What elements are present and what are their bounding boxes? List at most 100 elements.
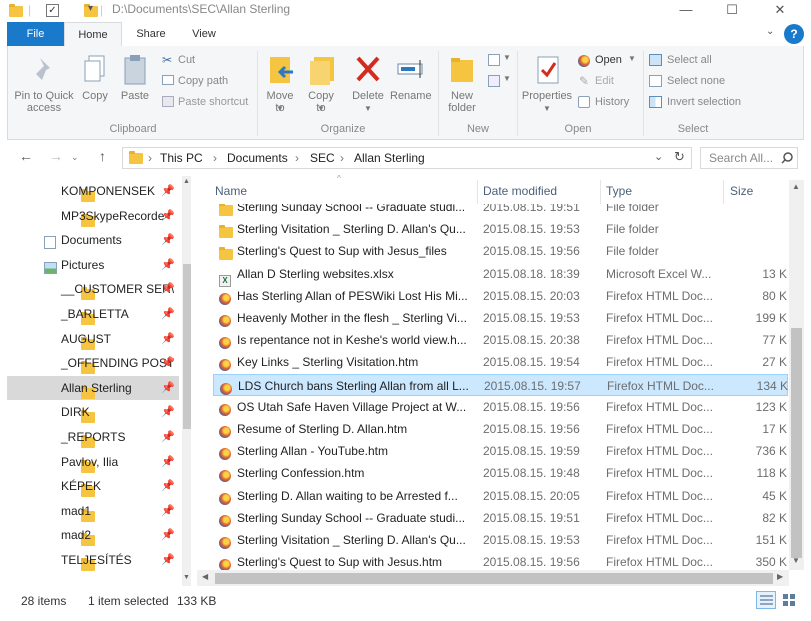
pin-to-quick-access-button[interactable]: Pin to Quick access	[14, 52, 74, 118]
copy-path-button[interactable]: Copy path	[160, 73, 260, 91]
breadcrumb-sec[interactable]: SEC	[310, 151, 335, 165]
scroll-down-icon[interactable]: ▼	[183, 574, 190, 581]
pin-icon[interactable]: 📌	[161, 228, 175, 252]
breadcrumb-allan-sterling[interactable]: Allan Sterling	[354, 151, 425, 165]
sidebar-scrollbar[interactable]: ▲ ▼	[182, 176, 191, 586]
vertical-scroll-thumb[interactable]	[791, 328, 802, 558]
sidebar-item[interactable]: Pictures 📌	[7, 253, 179, 277]
sidebar-item[interactable]: _BARLETTA 📌	[7, 302, 179, 326]
address-dropdown-icon[interactable]: ⌄	[654, 150, 663, 163]
tab-share[interactable]: Share	[124, 22, 178, 46]
pin-icon[interactable]: 📌	[161, 351, 175, 375]
horizontal-scroll-thumb[interactable]	[215, 573, 773, 584]
sidebar-item[interactable]: mad2 📌	[7, 523, 179, 547]
column-size[interactable]: Size	[730, 184, 753, 198]
table-row[interactable]: Has Sterling Allan of PESWiki Lost His M…	[213, 285, 788, 307]
pin-icon[interactable]: 📌	[161, 376, 175, 400]
table-row[interactable]: Heavenly Mother in the flesh _ Sterling …	[213, 307, 788, 329]
invert-selection-button[interactable]: Invert selection	[647, 94, 747, 112]
paste-shortcut-button[interactable]: Paste shortcut	[160, 94, 260, 112]
easy-access-button[interactable]: ▼	[486, 73, 512, 91]
sidebar-item[interactable]: AUGUST 📌	[7, 327, 179, 351]
delete-button[interactable]: Delete ▼	[348, 52, 388, 118]
sidebar-item[interactable]: KOMPONENSEK 📌	[7, 179, 179, 203]
table-row[interactable]: Sterling Visitation _ Sterling D. Allan'…	[213, 218, 788, 240]
new-folder-button[interactable]: New folder	[444, 52, 480, 118]
table-row[interactable]: Sterling Confession.htm 2015.08.15. 19:48…	[213, 462, 788, 484]
table-row[interactable]: Key Links _ Sterling Visitation.htm 2015.…	[213, 351, 788, 373]
back-arrow-icon[interactable]: ←	[19, 148, 33, 164]
new-item-button[interactable]: ▼	[486, 52, 512, 70]
table-row[interactable]: Is repentance not in Keshe's world view.…	[213, 329, 788, 351]
table-row[interactable]: Sterling Sunday School -- Graduate studi…	[213, 204, 788, 218]
sidebar-item[interactable]: Documents 📌	[7, 228, 179, 252]
pin-icon[interactable]: 📌	[161, 400, 175, 424]
table-row[interactable]: LDS Church bans Sterling Allan from all …	[213, 373, 788, 396]
edit-button[interactable]: ✎ Edit	[576, 73, 640, 91]
table-row[interactable]: Sterling's Quest to Sup with Jesus.htm 20…	[213, 551, 788, 570]
cut-button[interactable]: ✂ Cut	[160, 52, 260, 70]
search-input[interactable]: Search All...	[709, 151, 773, 165]
paste-button[interactable]: Paste	[118, 52, 152, 118]
scroll-right-icon[interactable]: ▶	[777, 572, 783, 581]
pin-icon[interactable]: 📌	[161, 499, 175, 523]
large-icons-view-button[interactable]	[780, 591, 800, 609]
pin-icon[interactable]: 📌	[161, 179, 175, 203]
table-row[interactable]: Resume of Sterling D. Allan.htm 2015.08.1…	[213, 418, 788, 440]
scroll-left-icon[interactable]: ◀	[202, 572, 208, 581]
select-none-button[interactable]: Select none	[647, 73, 747, 91]
table-row[interactable]: Sterling Sunday School -- Graduate studi…	[213, 507, 788, 529]
pin-icon[interactable]: 📌	[161, 548, 175, 572]
sidebar-scroll-thumb[interactable]	[183, 264, 191, 429]
column-type[interactable]: Type	[606, 184, 632, 198]
refresh-icon[interactable]: ↻	[674, 149, 685, 165]
move-to-button[interactable]: Move to ▼	[263, 52, 297, 118]
copy-button[interactable]: Copy	[80, 52, 110, 118]
help-button[interactable]: ?	[784, 24, 804, 44]
sidebar-item[interactable]: Pavlov, Ilia 📌	[7, 450, 179, 474]
sidebar-item[interactable]: __CUSTOMER SER\ 📌	[7, 277, 179, 301]
properties-quick-icon[interactable]: ✓	[46, 4, 59, 17]
table-row[interactable]: Sterling Allan - YouTube.htm 2015.08.15. …	[213, 440, 788, 462]
pin-icon[interactable]: 📌	[161, 204, 175, 228]
tab-home[interactable]: Home	[64, 22, 122, 46]
close-button[interactable]: ✕	[757, 0, 803, 22]
ribbon-expand-icon[interactable]: ⌄	[766, 26, 774, 37]
scroll-up-icon[interactable]: ▲	[792, 182, 800, 191]
sidebar-item[interactable]: DIRK 📌	[7, 400, 179, 424]
sidebar-item[interactable]: mad1 📌	[7, 499, 179, 523]
pin-icon[interactable]: 📌	[161, 253, 175, 277]
rename-button[interactable]: Rename	[390, 52, 432, 118]
sidebar-item[interactable]: MP3SkypeRecorde 📌	[7, 204, 179, 228]
tab-file[interactable]: File	[7, 22, 64, 46]
recent-locations-icon[interactable]: ⌄	[71, 152, 79, 163]
table-row[interactable]: Sterling Visitation _ Sterling D. Allan'…	[213, 529, 788, 551]
breadcrumb-this-pc[interactable]: This PC	[160, 151, 203, 165]
maximize-button[interactable]: ☐	[709, 0, 755, 22]
table-row[interactable]: X Allan D Sterling websites.xlsx 2015.08.1…	[213, 263, 788, 287]
pin-icon[interactable]: 📌	[161, 523, 175, 547]
sidebar-item[interactable]: Allan Sterling 📌	[7, 375, 179, 400]
table-row[interactable]: OS Utah Safe Haven Village Project at W.…	[213, 396, 788, 418]
breadcrumb-documents[interactable]: Documents	[227, 151, 288, 165]
up-arrow-icon[interactable]: ↑	[99, 148, 106, 164]
pin-icon[interactable]: 📌	[161, 277, 175, 301]
pin-icon[interactable]: 📌	[161, 425, 175, 449]
properties-button[interactable]: Properties ▼	[521, 52, 573, 118]
sidebar-item[interactable]: KÉPEK 📌	[7, 474, 179, 498]
history-button[interactable]: History	[576, 94, 640, 112]
sidebar-item[interactable]: _OFFENDING POST 📌	[7, 351, 179, 375]
table-row[interactable]: Sterling D. Allan waiting to be Arrested…	[213, 485, 788, 507]
select-all-button[interactable]: Select all	[647, 52, 747, 70]
search-icon[interactable]	[781, 152, 793, 164]
scroll-up-icon[interactable]: ▲	[183, 178, 190, 185]
pin-icon[interactable]: 📌	[161, 474, 175, 498]
forward-arrow-icon[interactable]: →	[49, 148, 63, 164]
column-date-modified[interactable]: Date modified	[483, 184, 557, 198]
address-bar[interactable]: › This PC › Documents › SEC › Allan Ster…	[122, 147, 692, 169]
open-button[interactable]: Open ▼	[576, 52, 640, 70]
copy-to-button[interactable]: Copy to ▼	[304, 52, 338, 118]
sidebar-item[interactable]: TELJESÍTÉS 📌	[7, 548, 179, 572]
column-name[interactable]: Name	[215, 184, 247, 198]
pin-icon[interactable]: 📌	[161, 327, 175, 351]
